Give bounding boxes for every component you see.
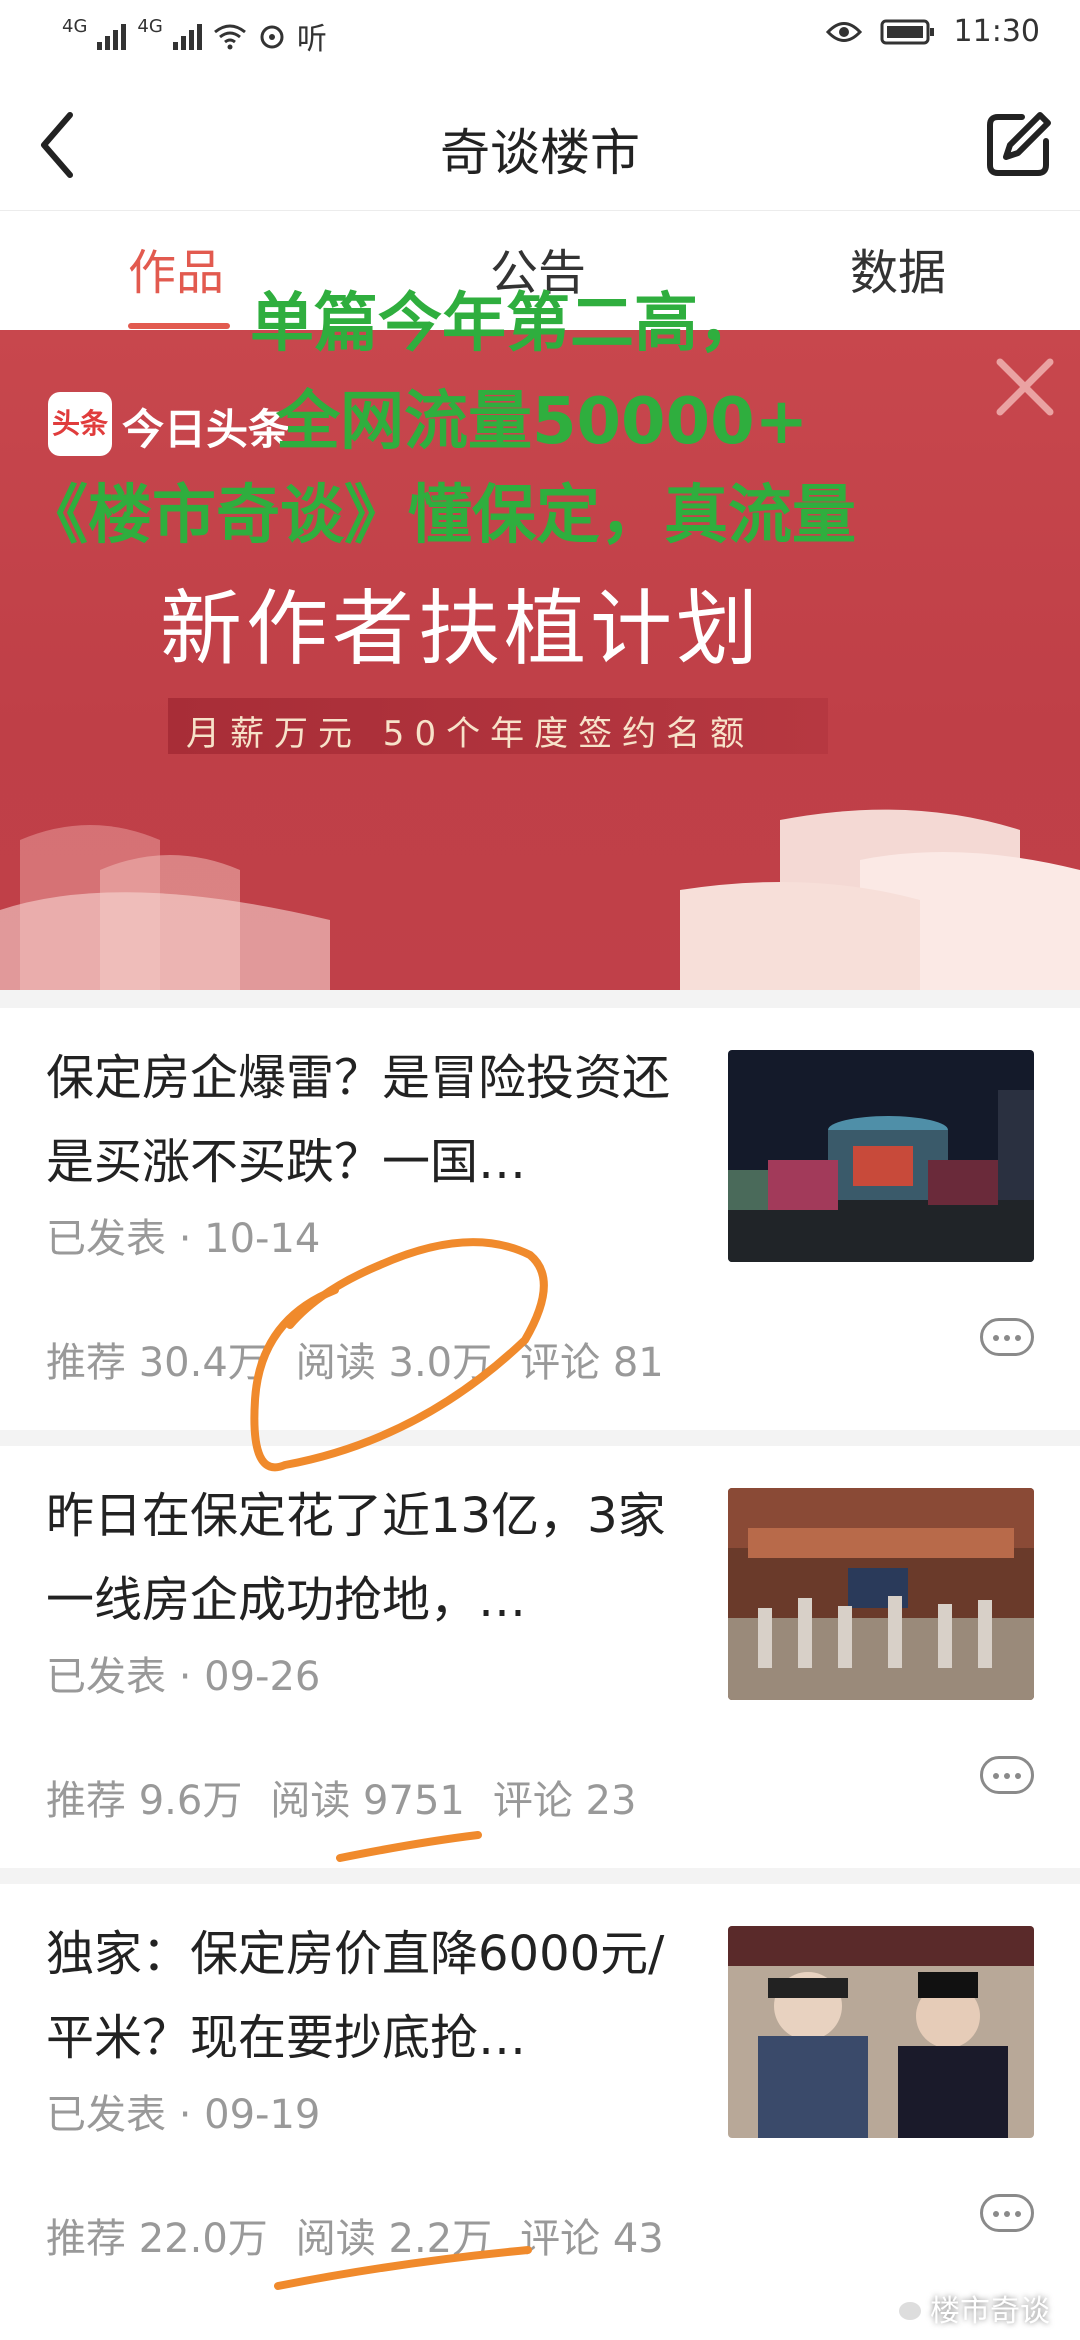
article-date: 已发表 · 09-19 [46,2092,321,2138]
banner-subtitle: 月薪万元 50个年度签约名额 [186,714,755,754]
weibo-icon [260,25,284,49]
article-title[interactable]: 昨日在保定花了近13亿，3家一线房企成功抢地，… [46,1474,686,1642]
signal-icon [172,24,202,50]
recommend-count: 推荐 22.0万 [46,2216,268,2262]
read-count: 阅读 2.2万 [295,2216,493,2262]
nav-bar: 奇谈楼市 [0,75,1080,210]
tab-works[interactable]: 作品 [128,233,224,303]
wifi-icon [213,24,246,50]
overlay-line-2: 全网流量50000+ [276,385,809,459]
listen-app-label: 听 [296,22,327,57]
overlay-line-3: 《楼市奇谈》懂保定，真流量 [24,479,856,553]
mall-night-image [728,1050,1034,1262]
read-count: 阅读 3.0万 [295,1340,493,1386]
article-date: 已发表 · 09-26 [46,1654,321,1700]
more-options-button[interactable] [980,1318,1034,1356]
edit-icon [987,112,1051,176]
article-thumbnail[interactable] [728,1488,1034,1700]
page-title: 奇谈楼市 [440,124,640,182]
article-card[interactable]: 独家：保定房价直降6000元/平米？现在要抄底抢… 已发表 · 09-19 推荐… [0,1884,1080,2340]
article-stats: 推荐 9.6万 阅读 9751 评论 23 [46,1768,664,1826]
article-date: 已发表 · 10-14 [46,1216,321,1262]
clock: 11:30 [953,14,1040,49]
recommend-count: 推荐 9.6万 [46,1778,243,1824]
status-bar: 4G 4G 听 11:30 [0,0,1080,75]
wechat-icon [889,2296,921,2320]
more-options-button[interactable] [980,2194,1034,2232]
edit-button[interactable] [984,109,1054,179]
article-card[interactable]: 昨日在保定花了近13亿，3家一线房企成功抢地，… 已发表 · 09-26 推荐 … [0,1446,1080,1868]
banner-headline: 新作者扶植计划 [160,582,763,677]
movie-still-image [728,1926,1034,2138]
more-options-button[interactable] [980,1756,1034,1794]
signal-4g-label: 4G [62,15,88,37]
active-tab-indicator [128,323,230,329]
article-card[interactable]: 保定房企爆雷？是冒险投资还是买涨不买跌？一国… 已发表 · 10-14 推荐 3… [0,1008,1080,1430]
article-title[interactable]: 保定房企爆雷？是冒险投资还是买涨不买跌？一国… [46,1036,686,1204]
toutiao-logo: 头条 [48,392,112,456]
overlay-line-1: 单篇今年第二高， [250,287,762,361]
eye-icon [825,21,862,42]
sales-hall-image [728,1488,1034,1700]
status-left: 4G 4G 听 [62,14,327,58]
watermark-text: 楼市奇谈 [930,2294,1050,2329]
status-right: 11:30 [825,14,1040,49]
toutiao-logo-text: 今日头条 [122,405,291,454]
decorative-scroll-left [0,825,330,990]
article-thumbnail[interactable] [728,1926,1034,2138]
article-title[interactable]: 独家：保定房价直降6000元/平米？现在要抄底抢… [46,1912,686,2080]
tab-data[interactable]: 数据 [850,233,946,303]
comment-count: 评论 43 [520,2216,664,2262]
article-thumbnail[interactable] [728,1050,1034,1262]
close-icon[interactable] [990,352,1060,422]
comment-count: 评论 81 [520,1340,664,1386]
decorative-scroll-right [680,809,1080,990]
recommend-count: 推荐 30.4万 [46,1340,268,1386]
read-count: 阅读 9751 [270,1778,465,1824]
signal-icon [97,24,127,50]
signal-4g-label-2: 4G [137,15,163,37]
article-stats: 推荐 22.0万 阅读 2.2万 评论 43 [46,2206,692,2264]
article-stats: 推荐 30.4万 阅读 3.0万 评论 81 [46,1330,692,1388]
watermark: 楼市奇谈 [888,2286,1050,2330]
banner-sub-ribbon: 月薪万元 50个年度签约名额 [168,698,828,754]
comment-count: 评论 23 [492,1778,637,1824]
battery-icon [880,19,934,44]
